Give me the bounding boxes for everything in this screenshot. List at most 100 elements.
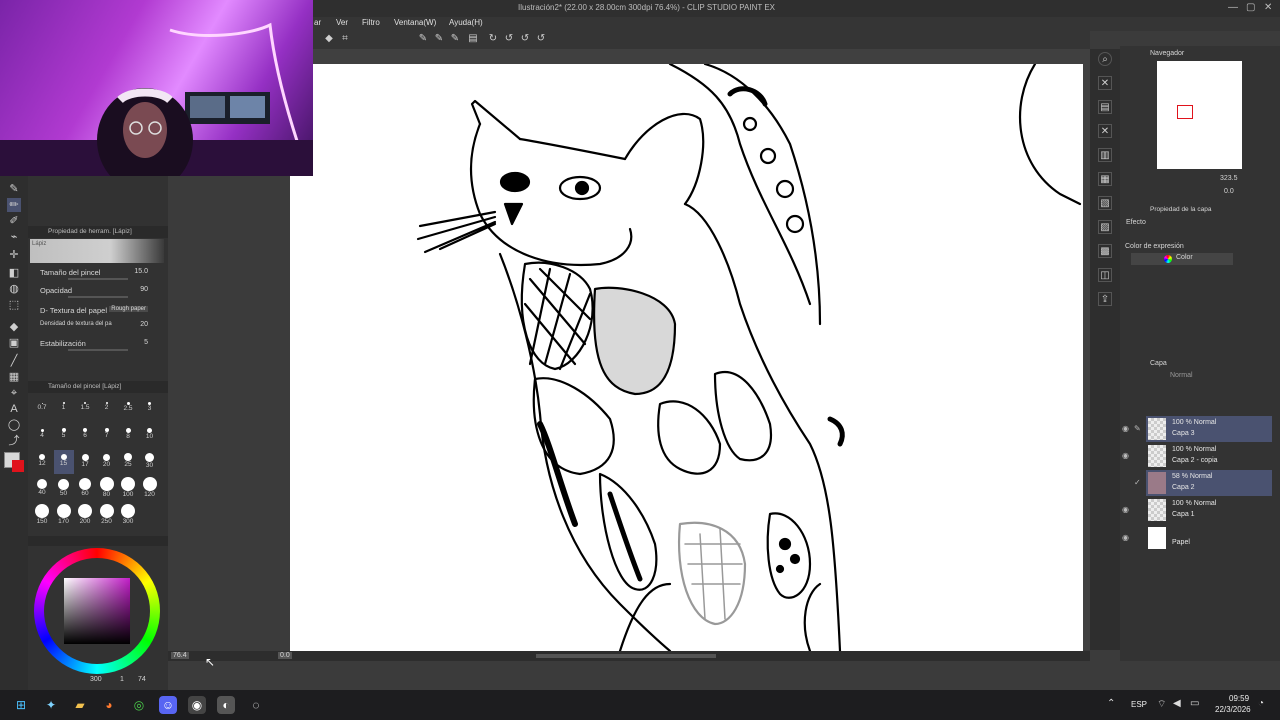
pen-alt-icon[interactable]: ✎ (433, 33, 445, 45)
windows-start-icon[interactable]: ⊞ (12, 696, 30, 714)
fill-tool-icon[interactable]: ◆ (7, 320, 21, 334)
prop-slider[interactable] (68, 296, 128, 298)
material-icon[interactable]: ▦ (1098, 172, 1112, 186)
layer-row-capa-3[interactable]: 100 % Normal Capa 3 (1146, 416, 1272, 442)
fill-icon[interactable]: ◆ (323, 33, 335, 45)
brush-size-option[interactable]: 120 (140, 477, 160, 501)
firefox-icon[interactable]: ◕ (100, 696, 118, 714)
brush-size-option[interactable]: 7 (97, 423, 117, 447)
prop-value[interactable]: 20 (140, 321, 148, 328)
eye-icon[interactable]: ◉ (1122, 424, 1132, 434)
brush-size-option[interactable]: 170 (54, 504, 74, 528)
clock-time[interactable]: 09:59 (1229, 694, 1249, 703)
gradient-tool-icon[interactable]: ▣ (7, 336, 21, 350)
brush-size-option[interactable]: 80 (97, 477, 117, 501)
brush-size-option[interactable]: 1 (54, 396, 74, 420)
crop-icon[interactable]: ⌗ (339, 33, 351, 45)
drawing-canvas[interactable] (290, 64, 1083, 651)
navigator-preview[interactable] (1157, 61, 1242, 169)
horizontal-scrollbar[interactable] (536, 654, 716, 658)
prop-value[interactable]: 5 (144, 339, 148, 346)
expression-color-select[interactable]: Color (1131, 253, 1233, 265)
panel-icon[interactable]: ▥ (1098, 148, 1112, 162)
search-icon[interactable]: ⌕ (1098, 52, 1112, 66)
maximize-button[interactable]: ▢ (1246, 2, 1255, 13)
brush-size-option[interactable]: 12 (32, 450, 52, 474)
eraser-tool-icon[interactable]: ◧ (7, 266, 21, 280)
vector-tool-icon[interactable]: ⌖ (7, 386, 21, 400)
angle-value[interactable]: 0.0 (278, 652, 292, 659)
sub-color-swatch[interactable] (12, 460, 24, 472)
pen-icon[interactable]: ✎ (417, 33, 429, 45)
prop-row-brush-size[interactable]: Tamaño del pincel 15.0 (40, 268, 158, 282)
color-square[interactable] (64, 578, 130, 644)
close-button[interactable]: ✕ (1264, 2, 1272, 13)
undo-icon[interactable]: ↺ (503, 33, 515, 45)
undo-history-icon[interactable]: ↺ (535, 33, 547, 45)
check-icon[interactable]: ✓ (1134, 478, 1144, 488)
brush-size-option[interactable]: 100 (118, 477, 138, 501)
navigator-zoom[interactable]: 323.5 (1220, 175, 1238, 182)
brush-tool-icon[interactable]: ✐ (7, 214, 21, 228)
layer-icon[interactable]: ▤ (1098, 100, 1112, 114)
copilot-icon[interactable]: ✦ (42, 696, 60, 714)
brush-size-option[interactable]: 50 (54, 477, 74, 501)
brush-size-option[interactable]: 0.7 (32, 396, 52, 420)
sub-view-icon[interactable]: ▨ (1098, 220, 1112, 234)
redo-icon[interactable]: ↻ (487, 33, 499, 45)
pen-tool-icon[interactable]: ✎ (7, 182, 21, 196)
move-tool-icon[interactable]: ✛ (7, 248, 21, 262)
prop-row-opacity[interactable]: Opacidad 90 (40, 286, 158, 300)
prop-value[interactable]: Rough paper (109, 306, 148, 312)
brush-size-option[interactable]: 30 (140, 450, 160, 474)
eye-icon[interactable]: ◉ (1122, 505, 1132, 515)
brush-size-option[interactable]: 300 (118, 504, 138, 528)
brush-size-option[interactable]: 2.5 (118, 396, 138, 420)
eye-icon[interactable]: ◉ (1122, 451, 1132, 461)
brush-size-option[interactable]: 8 (118, 423, 138, 447)
selection-tool-icon[interactable]: ⬚ (7, 298, 21, 312)
prop-row-stabilization[interactable]: Estabilización 5 (40, 339, 158, 353)
brush-size-option[interactable]: 40 (32, 477, 52, 501)
menu-item-ventana[interactable]: Ventana(W) (394, 18, 436, 27)
balloon-tool-icon[interactable]: ◯ (7, 418, 21, 432)
brush-size-option[interactable]: 10 (140, 423, 160, 447)
obs-icon[interactable]: ◉ (188, 696, 206, 714)
brush-size-option[interactable]: 4 (32, 423, 52, 447)
layer-row-capa-2-copia[interactable]: 100 % Normal Capa 2 - copia (1146, 443, 1272, 469)
undo-alt-icon[interactable]: ↺ (519, 33, 531, 45)
close-panel2-icon[interactable]: ✕ (1098, 124, 1112, 138)
prop-slider[interactable] (68, 278, 128, 280)
pencil-tool-icon[interactable]: ✏ (7, 198, 21, 212)
brush-size-option[interactable]: 20 (97, 450, 117, 474)
item-bank-icon[interactable]: ◫ (1098, 268, 1112, 282)
line-tool-icon[interactable]: ╱ (7, 354, 21, 368)
blend-mode-select[interactable]: Normal (1170, 372, 1193, 379)
brush-size-option[interactable]: 3 (140, 396, 160, 420)
brush-size-option[interactable]: 1.5 (75, 396, 95, 420)
menu-item-ayuda[interactable]: Ayuda(H) (449, 18, 483, 27)
history-icon[interactable]: ▧ (1098, 196, 1112, 210)
volume-icon[interactable]: ◀ (1173, 698, 1181, 709)
brush-size-option[interactable]: 200 (75, 504, 95, 528)
clock-date[interactable]: 22/3/2026 (1215, 705, 1251, 714)
navigator-angle[interactable]: 0.0 (1224, 188, 1234, 195)
prop-value[interactable]: 90 (140, 286, 148, 293)
menu-item-ar[interactable]: ar (314, 18, 321, 27)
minimize-button[interactable]: — (1228, 2, 1238, 13)
brush-size-option[interactable]: 60 (75, 477, 95, 501)
layer-row-papel[interactable]: Papel (1146, 525, 1272, 551)
app-icon[interactable]: ◌ (247, 696, 265, 714)
brush-size-option[interactable]: 6 (75, 423, 95, 447)
correct-tool-icon[interactable]: ⤴ (7, 434, 21, 448)
brush-size-option[interactable]: 5 (54, 423, 74, 447)
brush-size-option[interactable]: 15 (53, 450, 74, 474)
brush-size-option[interactable]: 17 (75, 450, 95, 474)
tray-chevron-icon[interactable]: ⌃ (1107, 698, 1115, 709)
brush-size-option[interactable]: 150 (32, 504, 52, 528)
battery-icon[interactable]: ▭ (1190, 698, 1199, 709)
discord-icon[interactable]: ☺ (159, 696, 177, 714)
language-indicator[interactable]: ESP (1131, 700, 1147, 709)
brush-size-option[interactable]: 250 (97, 504, 117, 528)
prop-slider[interactable] (68, 349, 128, 351)
